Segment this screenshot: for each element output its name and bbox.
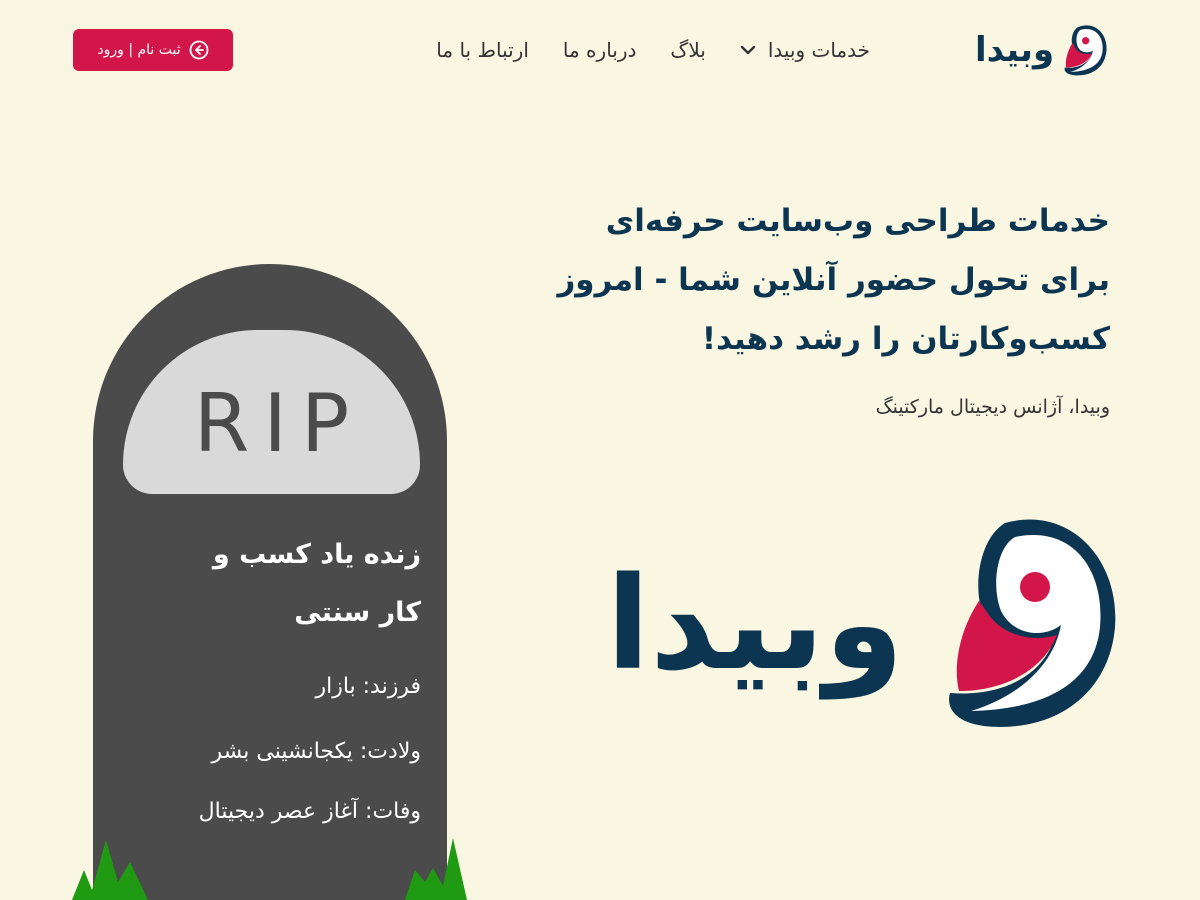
logo-text: وبیدا <box>975 30 1055 70</box>
header-logo[interactable]: وبیدا <box>975 20 1115 80</box>
nav-item-blog[interactable]: بلاگ <box>670 38 705 62</box>
tombstone-title: زنده یاد کسب و کار سنتی <box>121 526 421 642</box>
nav-item-label: ارتباط با ما <box>436 38 529 62</box>
hero-title-line: برای تحول حضور آنلاین شما - امروز <box>557 262 1110 298</box>
hero-logo: وبیدا <box>590 515 1130 730</box>
chevron-down-icon <box>740 45 756 55</box>
tombstone: RIP زنده یاد کسب و کار سنتی فرزند: بازار… <box>93 264 447 900</box>
rip-text: RIP <box>193 376 364 470</box>
hero-subtitle: وبیدا، آژانس دیجیتال مارکتینگ <box>875 396 1110 418</box>
login-button-label: ثبت نام | ورود <box>97 42 181 58</box>
logo-mark-icon <box>949 519 1116 727</box>
main-nav: خدمات وبیدا بلاگ درباره ما ارتباط با ما <box>436 30 870 70</box>
hero-title: خدمات طراحی وب‌سایت حرفه‌ای برای تحول حض… <box>550 192 1110 369</box>
login-icon <box>189 40 209 60</box>
nav-item-label: خدمات وبیدا <box>767 38 870 62</box>
tombstone-birth: ولادت: یکجانشینی بشر <box>211 739 421 764</box>
tombstone-death: وفات: آغاز عصر دیجیتال <box>198 799 421 824</box>
nav-item-contact[interactable]: ارتباط با ما <box>436 38 529 62</box>
tombstone-plaque: RIP <box>123 330 420 494</box>
hero-title-line: خدمات طراحی وب‌سایت حرفه‌ای <box>605 203 1110 239</box>
tombstone-title-line: کار سنتی <box>294 597 421 628</box>
grass-left-decoration <box>72 832 152 900</box>
logo-mark-icon <box>1064 25 1107 76</box>
grass-right-decoration <box>405 832 469 900</box>
nav-item-services[interactable]: خدمات وبیدا <box>740 38 870 62</box>
nav-item-about[interactable]: درباره ما <box>563 38 637 62</box>
tombstone-title-line: زنده یاد کسب و <box>212 539 421 570</box>
tombstone-child: فرزند: بازار <box>315 674 421 699</box>
hero-logo-text: وبیدا <box>606 550 904 699</box>
nav-item-label: درباره ما <box>562 38 637 62</box>
hero-title-line: کسب‌وکارتان را رشد دهید! <box>701 321 1110 357</box>
login-button[interactable]: ثبت نام | ورود <box>73 29 233 71</box>
nav-item-label: بلاگ <box>670 38 706 62</box>
